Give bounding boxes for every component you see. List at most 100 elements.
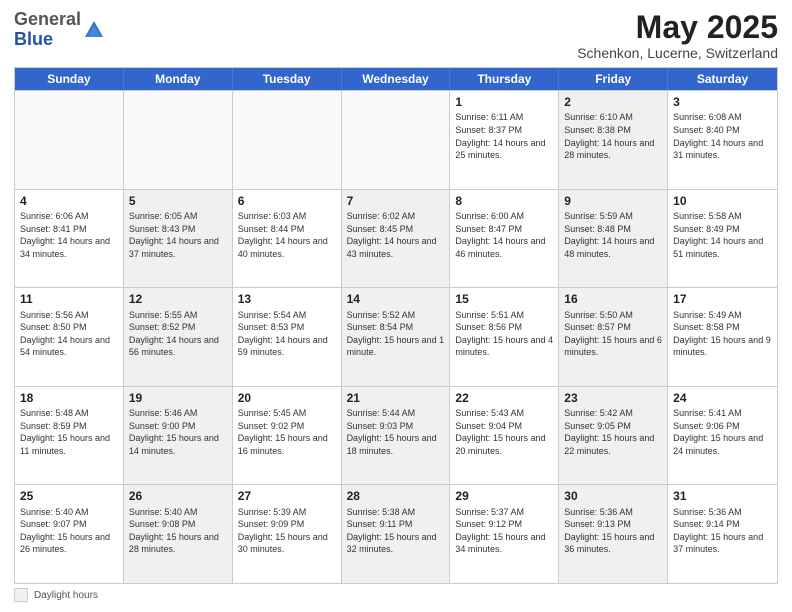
cal-cell: 4Sunrise: 6:06 AM Sunset: 8:41 PM Daylig… bbox=[15, 190, 124, 288]
main-title: May 2025 bbox=[577, 10, 778, 45]
cal-cell: 1Sunrise: 6:11 AM Sunset: 8:37 PM Daylig… bbox=[450, 91, 559, 189]
cal-header-cell: Sunday bbox=[15, 68, 124, 90]
day-info: Sunrise: 5:42 AM Sunset: 9:05 PM Dayligh… bbox=[564, 407, 662, 457]
day-number: 20 bbox=[238, 390, 336, 406]
day-number: 28 bbox=[347, 488, 445, 504]
cal-cell: 23Sunrise: 5:42 AM Sunset: 9:05 PM Dayli… bbox=[559, 387, 668, 485]
day-number: 4 bbox=[20, 193, 118, 209]
footer-label: Daylight hours bbox=[34, 590, 98, 601]
cal-cell: 2Sunrise: 6:10 AM Sunset: 8:38 PM Daylig… bbox=[559, 91, 668, 189]
day-number: 2 bbox=[564, 94, 662, 110]
cal-week: 25 Sunrise: 5:40 AM Sunset: 9:07 PM Dayli… bbox=[15, 484, 777, 583]
day-info: Sunrise: 5:45 AM Sunset: 9:02 PM Dayligh… bbox=[238, 407, 336, 457]
day-number: 10 bbox=[673, 193, 772, 209]
day-info: Sunrise: 5:44 AM Sunset: 9:03 PM Dayligh… bbox=[347, 407, 445, 457]
cal-header-cell: Wednesday bbox=[342, 68, 451, 90]
subtitle: Schenkon, Lucerne, Switzerland bbox=[577, 45, 778, 61]
day-number: 27 bbox=[238, 488, 336, 504]
day-info: Sunrise: 5:37 AM Sunset: 9:12 PM Dayligh… bbox=[455, 506, 553, 556]
logo-blue: Blue bbox=[14, 29, 53, 49]
day-info: Sunrise: 6:00 AM Sunset: 8:47 PM Dayligh… bbox=[455, 210, 553, 260]
cal-cell: 26 Sunrise: 5:40 AM Sunset: 9:08 PM Dayli… bbox=[124, 485, 233, 583]
logo-general: General bbox=[14, 9, 81, 29]
cal-cell: 21Sunrise: 5:44 AM Sunset: 9:03 PM Dayli… bbox=[342, 387, 451, 485]
day-number: 9 bbox=[564, 193, 662, 209]
cal-cell: 13Sunrise: 5:54 AM Sunset: 8:53 PM Dayli… bbox=[233, 288, 342, 386]
day-number: 19 bbox=[129, 390, 227, 406]
day-info: Sunrise: 5:43 AM Sunset: 9:04 PM Dayligh… bbox=[455, 407, 553, 457]
cal-cell: 12Sunrise: 5:55 AM Sunset: 8:52 PM Dayli… bbox=[124, 288, 233, 386]
day-number: 13 bbox=[238, 291, 336, 307]
cal-cell: 6Sunrise: 6:03 AM Sunset: 8:44 PM Daylig… bbox=[233, 190, 342, 288]
cal-cell bbox=[342, 91, 451, 189]
header: General Blue May 2025 Schenkon, Lucerne,… bbox=[14, 10, 778, 61]
cal-cell: 18Sunrise: 5:48 AM Sunset: 8:59 PM Dayli… bbox=[15, 387, 124, 485]
cal-cell: 24Sunrise: 5:41 AM Sunset: 9:06 PM Dayli… bbox=[668, 387, 777, 485]
day-info: Sunrise: 5:41 AM Sunset: 9:06 PM Dayligh… bbox=[673, 407, 772, 457]
day-number: 31 bbox=[673, 488, 772, 504]
day-info: Sunrise: 6:03 AM Sunset: 8:44 PM Dayligh… bbox=[238, 210, 336, 260]
day-number: 16 bbox=[564, 291, 662, 307]
day-info: Sunrise: 5:56 AM Sunset: 8:50 PM Dayligh… bbox=[20, 309, 118, 359]
cal-cell: 10Sunrise: 5:58 AM Sunset: 8:49 PM Dayli… bbox=[668, 190, 777, 288]
day-info: Sunrise: 5:40 AM Sunset: 9:07 PM Dayligh… bbox=[20, 506, 118, 556]
cal-cell: 7Sunrise: 6:02 AM Sunset: 8:45 PM Daylig… bbox=[342, 190, 451, 288]
cal-cell: 17Sunrise: 5:49 AM Sunset: 8:58 PM Dayli… bbox=[668, 288, 777, 386]
cal-cell bbox=[15, 91, 124, 189]
cal-week: 4Sunrise: 6:06 AM Sunset: 8:41 PM Daylig… bbox=[15, 189, 777, 288]
day-info: Sunrise: 5:51 AM Sunset: 8:56 PM Dayligh… bbox=[455, 309, 553, 359]
day-info: Sunrise: 5:49 AM Sunset: 8:58 PM Dayligh… bbox=[673, 309, 772, 359]
day-number: 24 bbox=[673, 390, 772, 406]
day-info: Sunrise: 5:36 AM Sunset: 9:14 PM Dayligh… bbox=[673, 506, 772, 556]
cal-cell bbox=[233, 91, 342, 189]
day-info: Sunrise: 5:36 AM Sunset: 9:13 PM Dayligh… bbox=[564, 506, 662, 556]
day-number: 5 bbox=[129, 193, 227, 209]
day-info: Sunrise: 5:58 AM Sunset: 8:49 PM Dayligh… bbox=[673, 210, 772, 260]
day-info: Sunrise: 5:39 AM Sunset: 9:09 PM Dayligh… bbox=[238, 506, 336, 556]
day-info: Sunrise: 5:59 AM Sunset: 8:48 PM Dayligh… bbox=[564, 210, 662, 260]
cal-cell: 27 Sunrise: 5:39 AM Sunset: 9:09 PM Dayli… bbox=[233, 485, 342, 583]
day-number: 29 bbox=[455, 488, 553, 504]
cal-cell: 9Sunrise: 5:59 AM Sunset: 8:48 PM Daylig… bbox=[559, 190, 668, 288]
day-number: 11 bbox=[20, 291, 118, 307]
day-info: Sunrise: 5:52 AM Sunset: 8:54 PM Dayligh… bbox=[347, 309, 445, 359]
cal-header-cell: Tuesday bbox=[233, 68, 342, 90]
day-number: 14 bbox=[347, 291, 445, 307]
day-info: Sunrise: 6:11 AM Sunset: 8:37 PM Dayligh… bbox=[455, 111, 553, 161]
cal-week: 11 Sunrise: 5:56 AM Sunset: 8:50 PM Dayli… bbox=[15, 287, 777, 386]
day-info: Sunrise: 5:38 AM Sunset: 9:11 PM Dayligh… bbox=[347, 506, 445, 556]
day-info: Sunrise: 5:50 AM Sunset: 8:57 PM Dayligh… bbox=[564, 309, 662, 359]
day-info: Sunrise: 5:40 AM Sunset: 9:08 PM Dayligh… bbox=[129, 506, 227, 556]
cal-cell: 31 Sunrise: 5:36 AM Sunset: 9:14 PM Dayli… bbox=[668, 485, 777, 583]
daylight-box bbox=[14, 588, 28, 602]
logo-icon bbox=[83, 19, 105, 41]
calendar-body: 1Sunrise: 6:11 AM Sunset: 8:37 PM Daylig… bbox=[15, 90, 777, 583]
cal-header-cell: Thursday bbox=[450, 68, 559, 90]
calendar-header: SundayMondayTuesdayWednesdayThursdayFrid… bbox=[15, 68, 777, 90]
cal-week: 18Sunrise: 5:48 AM Sunset: 8:59 PM Dayli… bbox=[15, 386, 777, 485]
day-number: 26 bbox=[129, 488, 227, 504]
cal-cell: 11 Sunrise: 5:56 AM Sunset: 8:50 PM Dayli… bbox=[15, 288, 124, 386]
title-block: May 2025 Schenkon, Lucerne, Switzerland bbox=[577, 10, 778, 61]
day-number: 15 bbox=[455, 291, 553, 307]
cal-cell: 29 Sunrise: 5:37 AM Sunset: 9:12 PM Dayli… bbox=[450, 485, 559, 583]
cal-cell: 15 Sunrise: 5:51 AM Sunset: 8:56 PM Dayli… bbox=[450, 288, 559, 386]
day-number: 1 bbox=[455, 94, 553, 110]
cal-cell: 16 Sunrise: 5:50 AM Sunset: 8:57 PM Dayli… bbox=[559, 288, 668, 386]
footer: Daylight hours bbox=[14, 588, 778, 602]
day-number: 6 bbox=[238, 193, 336, 209]
day-number: 7 bbox=[347, 193, 445, 209]
calendar: SundayMondayTuesdayWednesdayThursdayFrid… bbox=[14, 67, 778, 584]
day-number: 25 bbox=[20, 488, 118, 504]
cal-cell: 20Sunrise: 5:45 AM Sunset: 9:02 PM Dayli… bbox=[233, 387, 342, 485]
cal-cell: 14 Sunrise: 5:52 AM Sunset: 8:54 PM Dayli… bbox=[342, 288, 451, 386]
day-info: Sunrise: 5:55 AM Sunset: 8:52 PM Dayligh… bbox=[129, 309, 227, 359]
day-number: 22 bbox=[455, 390, 553, 406]
cal-cell: 19Sunrise: 5:46 AM Sunset: 9:00 PM Dayli… bbox=[124, 387, 233, 485]
cal-cell: 28 Sunrise: 5:38 AM Sunset: 9:11 PM Dayli… bbox=[342, 485, 451, 583]
day-number: 3 bbox=[673, 94, 772, 110]
day-info: Sunrise: 6:08 AM Sunset: 8:40 PM Dayligh… bbox=[673, 111, 772, 161]
day-number: 23 bbox=[564, 390, 662, 406]
day-number: 30 bbox=[564, 488, 662, 504]
cal-cell: 30 Sunrise: 5:36 AM Sunset: 9:13 PM Dayli… bbox=[559, 485, 668, 583]
